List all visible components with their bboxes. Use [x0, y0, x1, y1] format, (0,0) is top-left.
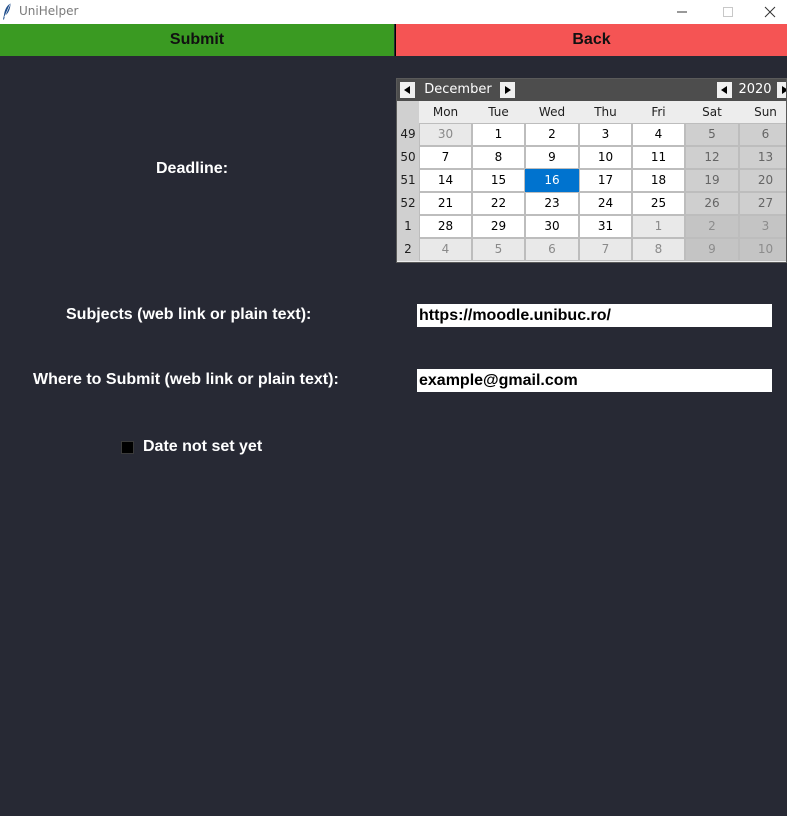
deadline-calendar: December 2020 Mon Tue Wed Thu Fri Sat Sun 49 30 1…: [396, 78, 787, 263]
week-number: 2: [397, 238, 419, 261]
close-button[interactable]: [747, 0, 787, 24]
date-not-set-checkbox[interactable]: [121, 440, 134, 454]
arrow-left-icon: [404, 86, 410, 94]
arrow-right-icon: [505, 86, 511, 94]
day-cell[interactable]: 9: [525, 146, 579, 169]
weekday-header: Sat: [702, 105, 722, 119]
day-cell[interactable]: 3: [579, 123, 632, 146]
calendar-header: December 2020: [397, 79, 786, 101]
feather-icon: [2, 3, 12, 20]
day-cell[interactable]: 21: [419, 192, 472, 215]
day-cell[interactable]: 2: [525, 123, 579, 146]
day-cell[interactable]: 13: [739, 146, 786, 169]
deadline-label: Deadline:: [156, 160, 229, 177]
day-cell[interactable]: 28: [419, 215, 472, 238]
weekday-header: Tue: [488, 105, 509, 119]
day-cell[interactable]: 18: [632, 169, 685, 192]
day-cell[interactable]: 2: [685, 215, 739, 238]
day-cell[interactable]: 1: [472, 123, 525, 146]
prev-month-button[interactable]: [400, 82, 415, 98]
minimize-icon: [677, 11, 687, 13]
weekday-header: Mon: [432, 105, 459, 119]
submit-button[interactable]: Submit: [0, 24, 394, 56]
day-cell[interactable]: 5: [685, 123, 739, 146]
subjects-label: Subjects (web link or plain text):: [66, 306, 312, 323]
week-number: 52: [397, 192, 419, 215]
date-not-set-label: Date not set yet: [143, 438, 263, 455]
day-cell[interactable]: 5: [472, 238, 525, 261]
day-cell[interactable]: 30: [525, 215, 579, 238]
window-title: UniHelper: [19, 4, 79, 18]
day-cell[interactable]: 8: [632, 238, 685, 261]
day-cell[interactable]: 6: [739, 123, 786, 146]
day-cell[interactable]: 9: [685, 238, 739, 261]
subjects-input[interactable]: [417, 304, 772, 327]
day-cell[interactable]: 20: [739, 169, 786, 192]
title-bar: UniHelper: [0, 0, 787, 24]
day-cell[interactable]: 23: [525, 192, 579, 215]
day-cell[interactable]: 11: [632, 146, 685, 169]
day-cell[interactable]: 15: [472, 169, 525, 192]
day-cell[interactable]: 25: [632, 192, 685, 215]
close-icon: [764, 6, 776, 18]
day-cell[interactable]: 24: [579, 192, 632, 215]
day-cell[interactable]: 7: [419, 146, 472, 169]
maximize-button[interactable]: [705, 0, 751, 24]
day-cell[interactable]: 14: [419, 169, 472, 192]
day-cell[interactable]: 7: [579, 238, 632, 261]
date-not-set-option[interactable]: Date not set yet: [121, 438, 262, 456]
day-cell[interactable]: 26: [685, 192, 739, 215]
week-number: 1: [397, 215, 419, 238]
day-cell[interactable]: 17: [579, 169, 632, 192]
day-cell[interactable]: 29: [472, 215, 525, 238]
weekday-header: Thu: [594, 105, 617, 119]
day-cell[interactable]: 6: [525, 238, 579, 261]
weekday-header: Wed: [538, 105, 566, 119]
day-cell[interactable]: 4: [632, 123, 685, 146]
day-cell[interactable]: 4: [419, 238, 472, 261]
next-month-button[interactable]: [500, 82, 515, 98]
back-button[interactable]: Back: [395, 24, 787, 56]
arrow-left-icon: [721, 86, 727, 94]
weekday-header: Fri: [651, 105, 666, 119]
day-cell[interactable]: 31: [579, 215, 632, 238]
arrow-right-icon: [782, 86, 786, 94]
week-number: 51: [397, 169, 419, 192]
next-year-button[interactable]: [777, 82, 786, 98]
day-cell[interactable]: 27: [739, 192, 786, 215]
day-cell[interactable]: 30: [419, 123, 472, 146]
day-cell[interactable]: 10: [579, 146, 632, 169]
weekday-header: Sun: [754, 105, 777, 119]
minimize-button[interactable]: [659, 0, 705, 24]
week-number-corner: [397, 101, 419, 123]
day-cell[interactable]: 3: [739, 215, 786, 238]
maximize-icon: [723, 7, 733, 17]
day-cell[interactable]: 1: [632, 215, 685, 238]
week-number: 50: [397, 146, 419, 169]
where-to-submit-input[interactable]: [417, 369, 772, 392]
day-cell[interactable]: 8: [472, 146, 525, 169]
day-cell[interactable]: 22: [472, 192, 525, 215]
day-cell[interactable]: 12: [685, 146, 739, 169]
year-label: 2020: [738, 82, 772, 97]
day-cell[interactable]: 10: [739, 238, 786, 261]
selected-day-cell[interactable]: 16: [525, 169, 579, 192]
prev-year-button[interactable]: [717, 82, 732, 98]
month-label: December: [424, 82, 492, 97]
where-to-submit-label: Where to Submit (web link or plain text)…: [33, 371, 339, 388]
day-cell[interactable]: 19: [685, 169, 739, 192]
week-number: 49: [397, 123, 419, 146]
